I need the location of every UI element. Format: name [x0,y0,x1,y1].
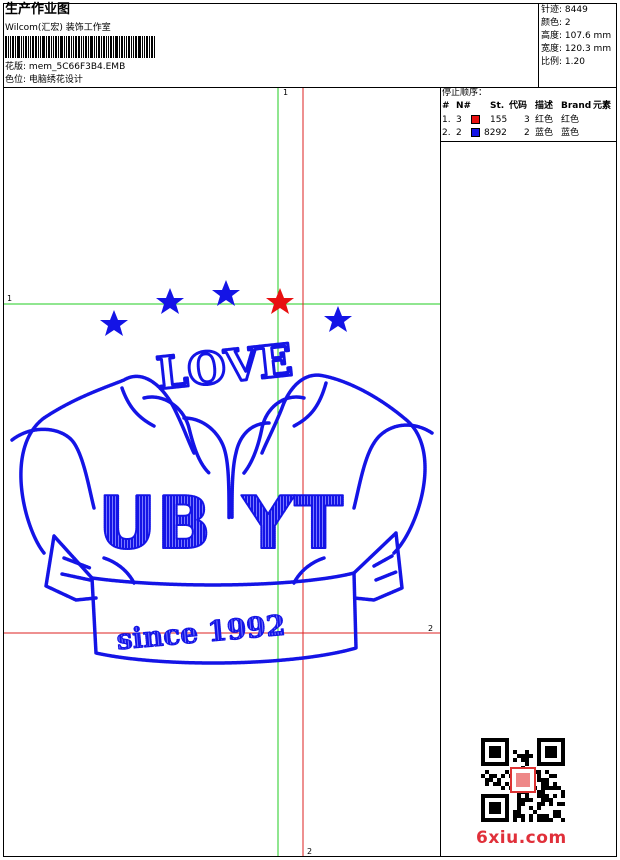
axis-label-h-right: 2 [428,624,434,633]
axis-label-h-left: 1 [7,294,13,303]
stat-width: 宽度: 120.3 mm [541,44,612,54]
star-shape-red [266,288,294,314]
embroidery-preview: LOVE UB YT since 1992 [4,88,440,856]
stat-scale: 比例: 1.20 [541,57,585,67]
qr-code [481,738,565,822]
star-shape [156,288,184,314]
star-shape [324,306,352,332]
watermark-logo: 6xiu.com [476,828,567,848]
col-needle: N# [456,101,472,111]
stat-height: 高度: 107.6 mm [541,31,612,41]
pattern-file-value: mem_5C66F3B4.EMB [28,62,126,72]
color-position-value: 电脑绣花设计 [28,75,83,85]
axis-label-v-bottom: 2 [307,847,313,856]
color-position: 色位: 电脑绣花设计 [5,75,83,85]
axis-label-v-top: 1 [283,88,289,97]
star-shape [212,280,240,306]
ub-letters: UB [98,481,211,565]
love-text: LOVE [154,335,295,400]
col-code: 代码 [509,101,528,111]
color-swatch-blue [471,128,480,137]
barcode [5,36,191,58]
stop-sequence-title: 停止顺序： [442,88,488,98]
col-index: # [442,101,450,111]
ribbon-text: since 1992 [115,609,287,657]
stats-divider [538,3,539,88]
stat-colors: 颜色: 2 [541,18,571,28]
pattern-file: 花版: mem_5C66F3B4.EMB [5,62,126,72]
yt-letters: YT [241,481,343,565]
sheet-title: 生产作业图 [5,2,71,17]
stop-table-bottom [440,141,617,142]
col-brand: Brand [561,101,592,111]
color-swatch-red [471,115,480,124]
col-stitches: St. [490,101,505,111]
panel-divider [440,87,441,857]
embroidery-design-area: LOVE UB YT since 1992 1 1 2 2 [4,88,440,856]
star-shape [100,310,128,336]
col-element: 元素 [593,101,612,111]
col-description: 描述 [535,101,554,111]
stat-stitches: 针迹: 8449 [541,5,588,15]
designer-name: Wilcom(汇宏) 装饰工作室 [5,23,111,33]
